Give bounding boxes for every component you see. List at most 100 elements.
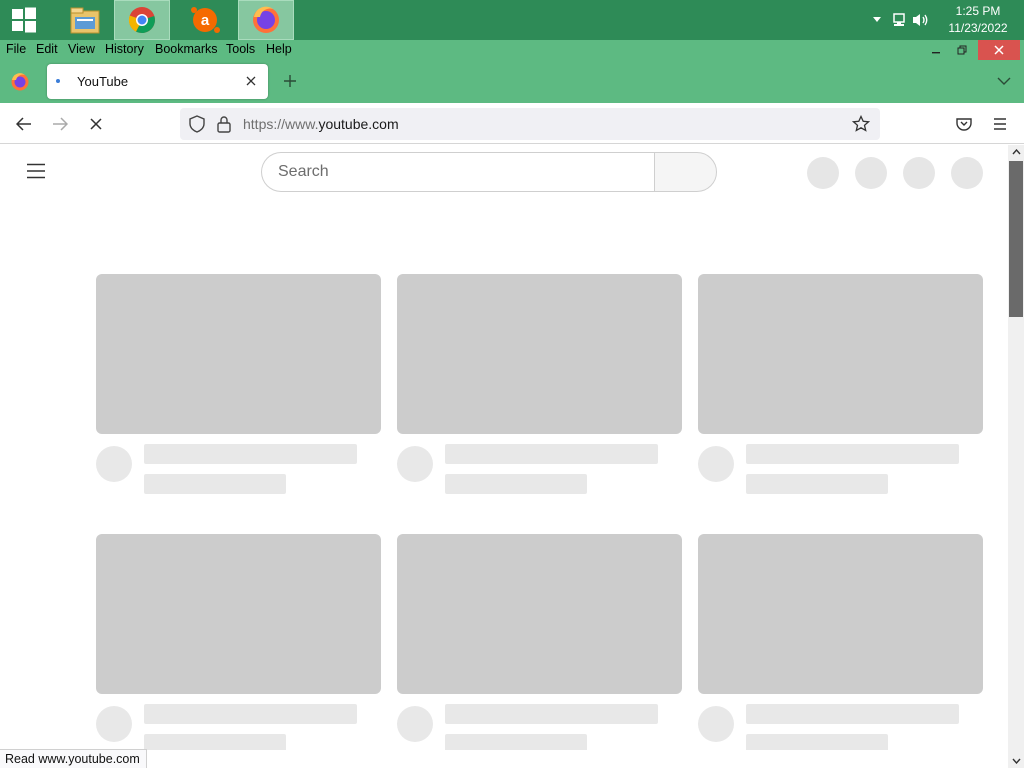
video-title-placeholder xyxy=(144,704,357,724)
chrome-icon xyxy=(128,7,155,34)
back-button[interactable] xyxy=(12,112,36,136)
forward-button[interactable] xyxy=(48,112,72,136)
pocket-icon xyxy=(956,118,972,131)
search-placeholder: Search xyxy=(278,163,329,180)
page-content: Search xyxy=(0,145,1008,750)
video-thumbnail-placeholder[interactable] xyxy=(698,274,983,434)
minimize-button[interactable] xyxy=(924,40,948,60)
url-scheme: https://www. xyxy=(243,116,319,132)
menu-help[interactable]: Help xyxy=(266,42,292,56)
firefox-view-button[interactable] xyxy=(10,72,30,92)
scroll-up-button[interactable] xyxy=(1008,145,1024,159)
scrollbar-thumb[interactable] xyxy=(1009,161,1023,317)
shield-icon xyxy=(189,115,205,133)
app-menu-button[interactable] xyxy=(988,112,1012,136)
lock-icon xyxy=(217,116,231,133)
close-window-button[interactable] xyxy=(978,40,1020,60)
restore-button[interactable] xyxy=(950,40,974,60)
channel-avatar-placeholder xyxy=(397,706,433,742)
menu-edit[interactable]: Edit xyxy=(36,42,58,56)
channel-avatar-placeholder xyxy=(96,706,132,742)
chevron-up-icon xyxy=(1011,149,1021,155)
taskbar: a 1:25 PM 11/23/2022 xyxy=(0,0,1024,40)
menu-tools[interactable]: Tools xyxy=(226,42,255,56)
network-icon[interactable] xyxy=(888,9,910,31)
tracking-protection-button[interactable] xyxy=(188,115,206,133)
search-button[interactable] xyxy=(654,152,717,192)
site-security-button[interactable] xyxy=(216,115,232,133)
video-thumbnail-placeholder[interactable] xyxy=(96,274,381,434)
start-button[interactable] xyxy=(0,0,48,40)
video-meta-placeholder xyxy=(445,474,587,494)
video-title-placeholder xyxy=(746,704,959,724)
channel-avatar-placeholder xyxy=(698,446,734,482)
video-title-placeholder xyxy=(445,704,658,724)
header-icon-placeholder[interactable] xyxy=(807,157,839,189)
close-icon xyxy=(994,45,1004,55)
taskbar-chrome[interactable] xyxy=(114,0,170,40)
video-meta-placeholder xyxy=(445,734,587,750)
caret-down-icon xyxy=(873,17,881,22)
url-bar[interactable]: https://www.youtube.com xyxy=(180,108,880,140)
taskbar-firefox[interactable] xyxy=(238,0,294,40)
header-icon-placeholder[interactable] xyxy=(903,157,935,189)
forward-arrow-icon xyxy=(53,117,68,131)
show-hidden-icons-button[interactable] xyxy=(866,9,888,31)
minimize-icon xyxy=(932,52,940,54)
menu-file[interactable]: File xyxy=(6,42,26,56)
guide-button[interactable] xyxy=(26,163,46,179)
menu-history[interactable]: History xyxy=(105,42,144,56)
url-host: youtube.com xyxy=(318,116,399,132)
video-thumbnail-placeholder[interactable] xyxy=(698,534,983,694)
vertical-scrollbar[interactable] xyxy=(1008,145,1024,768)
firefox-icon xyxy=(11,73,29,91)
url-text[interactable]: https://www.youtube.com xyxy=(243,116,399,132)
star-icon xyxy=(851,114,871,132)
list-all-tabs-button[interactable] xyxy=(994,72,1014,90)
scroll-down-button[interactable] xyxy=(1008,754,1024,768)
channel-avatar-placeholder xyxy=(397,446,433,482)
hamburger-menu-icon xyxy=(27,163,45,179)
pocket-button[interactable] xyxy=(952,112,976,136)
video-meta-placeholder xyxy=(144,474,286,494)
video-meta-placeholder xyxy=(144,734,286,750)
menu-bar: File Edit View History Bookmarks Tools H… xyxy=(0,40,1024,60)
clock-date: 11/23/2022 xyxy=(948,21,1008,35)
status-text: Read www.youtube.com xyxy=(0,749,147,768)
video-thumbnail-placeholder[interactable] xyxy=(96,534,381,694)
restore-icon xyxy=(957,45,967,55)
video-title-placeholder xyxy=(746,444,959,464)
video-thumbnail-placeholder[interactable] xyxy=(397,274,682,434)
menu-view[interactable]: View xyxy=(68,42,95,56)
search-input[interactable]: Search xyxy=(261,152,655,192)
tab-youtube[interactable]: YouTube xyxy=(47,64,268,99)
new-tab-button[interactable] xyxy=(281,72,299,90)
windows-logo-icon xyxy=(12,7,36,33)
header-icon-placeholder[interactable] xyxy=(951,157,983,189)
close-icon xyxy=(246,76,256,86)
file-explorer-icon xyxy=(70,7,100,34)
firefox-icon xyxy=(253,6,279,33)
stop-icon xyxy=(90,118,102,130)
tab-close-button[interactable] xyxy=(242,72,260,90)
tab-title: YouTube xyxy=(77,74,129,89)
clock-time: 1:25 PM xyxy=(955,4,1001,18)
hamburger-menu-icon xyxy=(994,118,1006,130)
system-tray: 1:25 PM 11/23/2022 xyxy=(866,0,1024,40)
loading-indicator-icon xyxy=(56,79,60,83)
volume-icon[interactable] xyxy=(910,9,932,31)
video-title-placeholder xyxy=(445,444,658,464)
menu-bookmarks[interactable]: Bookmarks xyxy=(155,42,218,56)
chevron-down-icon xyxy=(1011,758,1021,764)
avast-icon: a xyxy=(191,7,220,33)
taskbar-avast[interactable]: a xyxy=(177,0,233,40)
clock[interactable]: 1:25 PM 11/23/2022 xyxy=(938,3,1018,37)
header-icon-placeholder[interactable] xyxy=(855,157,887,189)
svg-text:a: a xyxy=(201,12,210,29)
bookmark-button[interactable] xyxy=(851,114,871,133)
video-title-placeholder xyxy=(144,444,357,464)
taskbar-file-explorer[interactable] xyxy=(57,0,113,40)
chevron-down-icon xyxy=(997,77,1011,85)
video-thumbnail-placeholder[interactable] xyxy=(397,534,682,694)
stop-button[interactable] xyxy=(84,112,108,136)
